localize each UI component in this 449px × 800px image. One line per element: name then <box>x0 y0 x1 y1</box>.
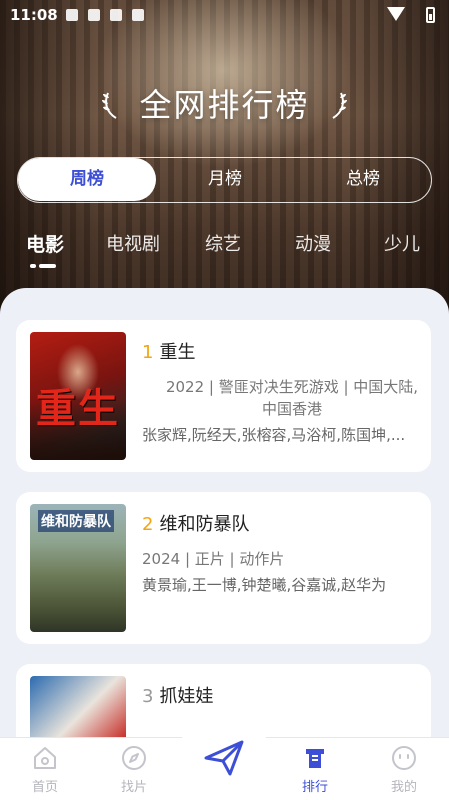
tab-monthly[interactable]: 月榜 <box>156 158 294 201</box>
period-tabs: 周榜 月榜 总榜 <box>17 157 432 203</box>
wifi-icon <box>387 7 405 21</box>
tab-overall[interactable]: 总榜 <box>294 158 432 201</box>
list-item[interactable]: 重生 1 重生 2022 | 警匪对决生死游戏 | 中国大陆,中国香港 张家辉,阮… <box>16 320 431 472</box>
movie-meta: 2022 | 警匪对决生死游戏 | 中国大陆,中国香港 <box>165 378 419 418</box>
rank-number: 3 <box>142 686 154 707</box>
nav-label: 首页 <box>31 780 58 795</box>
status-bar: 11:08 <box>0 0 449 30</box>
movie-title-text: 抓娃娃 <box>159 686 214 707</box>
category-anime[interactable]: 动漫 <box>295 230 331 256</box>
movie-title: 3 抓娃娃 <box>142 684 422 710</box>
laurel-left-icon <box>102 92 117 119</box>
category-tv-series[interactable]: 电视剧 <box>106 230 160 256</box>
movie-cast: 张家辉,阮经天,张榕容,马浴柯,陈国坤,... <box>142 426 406 444</box>
nav-label: 排行 <box>301 780 328 795</box>
nav-discover[interactable]: 找片 <box>99 738 169 800</box>
laurel-right-icon <box>332 92 347 119</box>
movie-title: 1 重生 <box>142 340 422 366</box>
list-item[interactable]: 维和防暴队 2 维和防暴队 2024 | 正片 | 动作片 黄景瑜,王一博,钟楚曦… <box>16 492 431 644</box>
bottom-nav: 首页 找片 排行 我的 <box>0 716 449 800</box>
nav-home[interactable]: 首页 <box>10 738 80 800</box>
page-title: 全网排行榜 <box>139 86 310 124</box>
smiley-icon <box>392 746 416 770</box>
category-indicator <box>30 264 56 268</box>
movie-cast: 黄景瑜,王一博,钟楚曦,谷嘉诚,赵华为 <box>142 576 387 594</box>
status-time: 11:08 <box>10 6 58 24</box>
paper-plane-icon <box>204 740 244 776</box>
poster-title: 维和防暴队 <box>38 510 114 532</box>
nav-center-send[interactable] <box>184 720 264 800</box>
rank-number: 1 <box>142 342 154 363</box>
page-header: 全网排行榜 <box>0 80 449 130</box>
notification-icon <box>132 9 144 21</box>
ranking-icon <box>306 749 324 768</box>
nav-label: 我的 <box>390 780 417 795</box>
movie-poster: 维和防暴队 <box>30 504 126 632</box>
poster-title: 重生 <box>36 386 120 432</box>
nav-label: 找片 <box>120 780 147 795</box>
movie-meta: 2024 | 正片 | 动作片 <box>142 550 285 568</box>
movie-title: 2 维和防暴队 <box>142 512 422 538</box>
category-variety[interactable]: 综艺 <box>205 230 241 256</box>
notification-icon <box>110 9 122 21</box>
notification-icon <box>88 9 100 21</box>
battery-icon <box>426 7 435 23</box>
movie-title-text: 重生 <box>159 342 196 363</box>
nav-profile[interactable]: 我的 <box>369 738 439 800</box>
notification-icon <box>66 9 78 21</box>
compass-icon <box>122 746 146 770</box>
rank-number: 2 <box>142 514 154 535</box>
category-tabs: 电影 电视剧 综艺 动漫 少儿 <box>0 230 449 270</box>
category-kids[interactable]: 少儿 <box>384 230 420 256</box>
movie-title-text: 维和防暴队 <box>159 514 250 535</box>
nav-ranking[interactable]: 排行 <box>280 738 350 800</box>
tab-weekly[interactable]: 周榜 <box>18 158 156 201</box>
category-movie[interactable]: 电影 <box>26 230 64 257</box>
movie-poster: 重生 <box>30 332 126 460</box>
home-icon <box>34 747 56 769</box>
